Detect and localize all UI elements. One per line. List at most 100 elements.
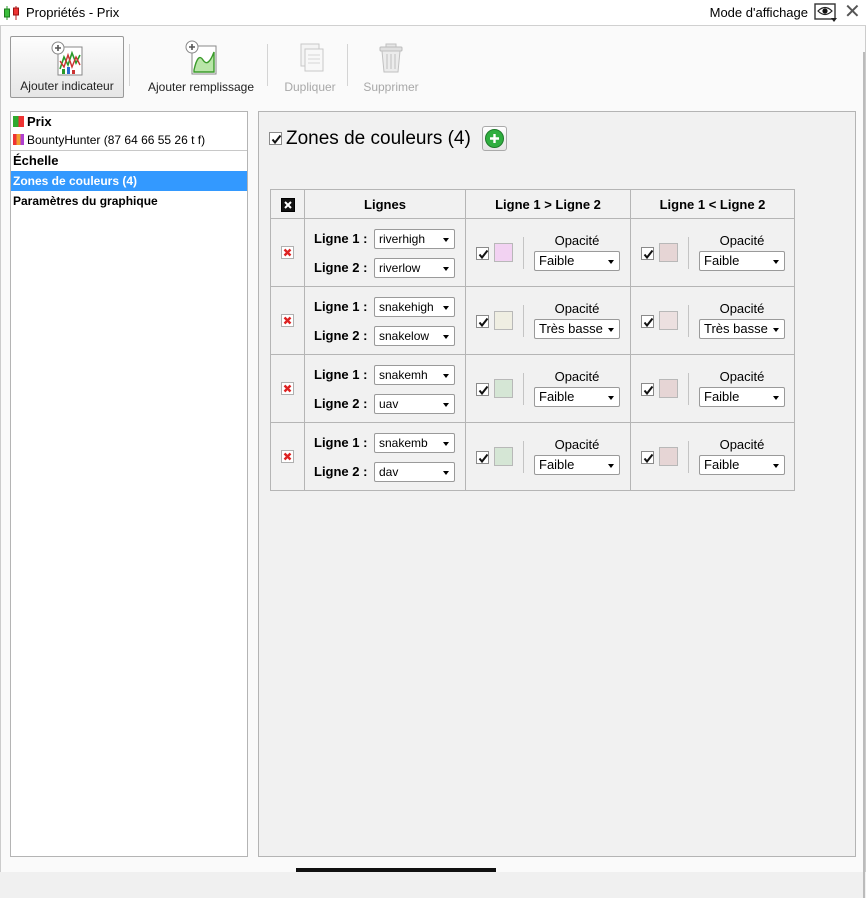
- tree-item-label: Prix: [27, 114, 52, 129]
- line1-label: Ligne 1 :: [314, 299, 368, 314]
- above-color-swatch[interactable]: [494, 447, 513, 466]
- opacity-value: Faible: [704, 457, 740, 472]
- table-row: Ligne 1 : snakehigh Ligne 2 : snakelow Opaci…: [270, 286, 795, 355]
- cell-divider: [523, 305, 524, 337]
- line1-value: riverhigh: [379, 232, 426, 246]
- line2-select[interactable]: riverlow: [374, 258, 455, 278]
- add-zone-button[interactable]: [482, 126, 507, 151]
- tree-item-prix[interactable]: Prix: [11, 112, 247, 132]
- eye-icon[interactable]: [814, 2, 838, 24]
- tree-item-zones[interactable]: Zones de couleurs (4): [11, 171, 247, 191]
- zones-title: Zones de couleurs (4): [286, 128, 471, 149]
- tree-item-label: Zones de couleurs (4): [13, 174, 138, 188]
- duplicate-button[interactable]: Dupliquer: [275, 36, 345, 98]
- above-zone-cell: Opacité Faible: [465, 354, 631, 423]
- delete-button[interactable]: Supprimer: [355, 36, 427, 98]
- add-indicator-icon: [51, 41, 83, 76]
- above-color-swatch[interactable]: [494, 311, 513, 330]
- title-bar: Propriétés - Prix Mode d'affichage ✕: [0, 0, 866, 26]
- above-zone-cell: Opacité Faible: [465, 422, 631, 491]
- tree-item-bountyhunter[interactable]: BountyHunter (87 64 66 55 26 t f): [11, 130, 247, 150]
- line1-label: Ligne 1 :: [314, 367, 368, 382]
- delete-row-icon[interactable]: [281, 246, 294, 259]
- below-enabled-checkbox[interactable]: [641, 247, 654, 260]
- above-zone-cell: Opacité Très basse: [465, 286, 631, 355]
- tree-item-label: BountyHunter (87 64 66 55 26 t f): [27, 133, 206, 147]
- row-delete-cell: [270, 422, 305, 491]
- delete-row-icon[interactable]: [281, 382, 294, 395]
- line2-label: Ligne 2 :: [314, 260, 368, 275]
- add-fill-label: Ajouter remplissage: [147, 80, 255, 94]
- line2-select[interactable]: uav: [374, 394, 455, 414]
- line2-value: riverlow: [379, 261, 421, 275]
- below-opacity-select[interactable]: Très basse: [699, 319, 785, 339]
- view-mode-label[interactable]: Mode d'affichage: [710, 5, 808, 20]
- line1-select[interactable]: snakehigh: [374, 297, 455, 317]
- below-enabled-checkbox[interactable]: [641, 315, 654, 328]
- above-enabled-checkbox[interactable]: [476, 451, 489, 464]
- line1-select[interactable]: snakemh: [374, 365, 455, 385]
- above-color-swatch[interactable]: [494, 379, 513, 398]
- below-color-swatch[interactable]: [659, 447, 678, 466]
- above-opacity-select[interactable]: Très basse: [534, 319, 620, 339]
- line2-label: Ligne 2 :: [314, 396, 368, 411]
- chevron-down-icon: [773, 328, 779, 332]
- tree-item-echelle[interactable]: Échelle: [11, 151, 247, 171]
- line2-select[interactable]: snakelow: [374, 326, 455, 346]
- toolbar-separator: [129, 44, 130, 86]
- below-opacity-select[interactable]: Faible: [699, 251, 785, 271]
- below-color-swatch[interactable]: [659, 379, 678, 398]
- below-enabled-checkbox[interactable]: [641, 383, 654, 396]
- above-color-swatch[interactable]: [494, 243, 513, 262]
- delete-row-icon[interactable]: [281, 314, 294, 327]
- delete-all-icon[interactable]: [280, 197, 295, 212]
- above-opacity-select[interactable]: Faible: [534, 387, 620, 407]
- opacity-label: Opacité: [554, 301, 600, 316]
- opacity-value: Faible: [704, 253, 740, 268]
- below-enabled-checkbox[interactable]: [641, 451, 654, 464]
- properties-tree: Prix BountyHunter (87 64 66 55 26 t f) É…: [10, 111, 248, 857]
- zones-enabled-checkbox[interactable]: [269, 132, 282, 145]
- trash-icon: [379, 43, 403, 73]
- header-below: Ligne 1 < Ligne 2: [630, 189, 795, 219]
- below-color-swatch[interactable]: [659, 311, 678, 330]
- tree-item-label: Paramètres du graphique: [13, 194, 158, 208]
- row-delete-cell: [270, 218, 305, 287]
- add-indicator-button[interactable]: Ajouter indicateur: [10, 36, 124, 98]
- opacity-label: Opacité: [554, 233, 600, 248]
- above-enabled-checkbox[interactable]: [476, 315, 489, 328]
- tree-item-chart-params[interactable]: Paramètres du graphique: [11, 191, 247, 211]
- below-zone-cell: Opacité Faible: [630, 422, 795, 491]
- toolbar-separator: [267, 44, 268, 86]
- duplicate-label: Dupliquer: [284, 80, 336, 94]
- duplicate-icon: [300, 43, 324, 72]
- below-opacity-select[interactable]: Faible: [699, 387, 785, 407]
- line2-label: Ligne 2 :: [314, 328, 368, 343]
- line1-select[interactable]: riverhigh: [374, 229, 455, 249]
- below-zone-cell: Opacité Très basse: [630, 286, 795, 355]
- cell-divider: [523, 441, 524, 473]
- above-enabled-checkbox[interactable]: [476, 247, 489, 260]
- delete-row-icon[interactable]: [281, 450, 294, 463]
- chevron-down-icon: [773, 396, 779, 400]
- close-icon[interactable]: ✕: [844, 2, 861, 22]
- add-fill-button[interactable]: Ajouter remplissage: [139, 36, 263, 98]
- line2-value: uav: [379, 397, 399, 411]
- add-fill-icon: [185, 40, 217, 75]
- lines-cell: Ligne 1 : riverhigh Ligne 2 : riverlow: [304, 218, 466, 287]
- cell-divider: [688, 373, 689, 405]
- line2-select[interactable]: dav: [374, 462, 455, 482]
- opacity-value: Faible: [704, 389, 740, 404]
- above-enabled-checkbox[interactable]: [476, 383, 489, 396]
- line1-select[interactable]: snakemb: [374, 433, 455, 453]
- properties-window: Ajouter indicateur Ajouter remplissage D…: [0, 26, 866, 898]
- below-color-swatch[interactable]: [659, 243, 678, 262]
- above-opacity-select[interactable]: Faible: [534, 455, 620, 475]
- above-opacity-select[interactable]: Faible: [534, 251, 620, 271]
- zones-panel: Zones de couleurs (4) Lignes Ligne 1 > L…: [258, 111, 856, 857]
- line1-label: Ligne 1 :: [314, 231, 368, 246]
- below-opacity-select[interactable]: Faible: [699, 455, 785, 475]
- tree-item-label: Échelle: [13, 153, 59, 168]
- row-delete-cell: [270, 354, 305, 423]
- cell-divider: [688, 305, 689, 337]
